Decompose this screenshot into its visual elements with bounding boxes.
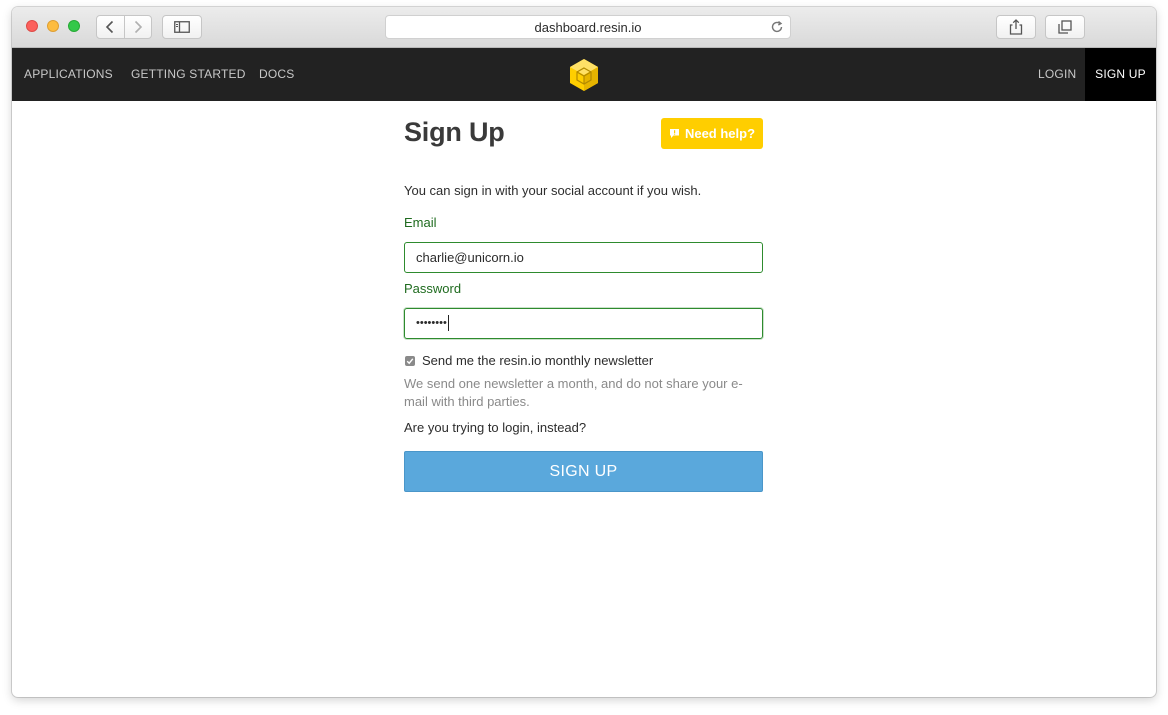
resin-logo-icon[interactable] xyxy=(568,58,600,97)
address-bar[interactable]: dashboard.resin.io xyxy=(385,15,791,39)
password-value: •••••••• xyxy=(416,317,447,329)
browser-titlebar: dashboard.resin.io xyxy=(12,7,1156,48)
share-icon xyxy=(1009,19,1023,35)
nav-getting-started[interactable]: GETTING STARTED xyxy=(131,48,246,101)
reload-button[interactable] xyxy=(770,20,784,37)
email-field[interactable]: charlie@unicorn.io xyxy=(404,242,763,273)
history-nav-group xyxy=(96,15,152,39)
nav-applications[interactable]: APPLICATIONS xyxy=(24,48,113,101)
nav-login[interactable]: LOGIN xyxy=(1038,48,1076,101)
signup-submit-button[interactable]: SIGN UP xyxy=(404,451,763,492)
minimize-window-button[interactable] xyxy=(47,20,59,32)
need-help-label: Need help? xyxy=(684,126,756,141)
social-intro-text: You can sign in with your social account… xyxy=(404,183,702,198)
nav-signup[interactable]: SIGN UP xyxy=(1085,48,1156,101)
login-instead-link[interactable]: Are you trying to login, instead? xyxy=(404,420,586,435)
password-label: Password xyxy=(404,281,462,296)
newsletter-note: We send one newsletter a month, and do n… xyxy=(404,376,743,409)
password-field[interactable]: •••••••• xyxy=(404,308,763,339)
speech-bubble-icon xyxy=(669,129,679,138)
email-label: Email xyxy=(404,215,437,230)
reload-icon xyxy=(771,20,783,33)
close-window-button[interactable] xyxy=(26,20,38,32)
forward-button[interactable] xyxy=(125,16,152,38)
newsletter-label[interactable]: Send me the resin.io monthly newsletter xyxy=(422,353,653,368)
text-caret xyxy=(447,315,449,332)
sidebar-toggle-button[interactable] xyxy=(162,15,202,39)
email-value: charlie@unicorn.io xyxy=(416,250,524,265)
address-url: dashboard.resin.io xyxy=(534,19,642,35)
back-button[interactable] xyxy=(97,16,124,38)
chevron-right-icon xyxy=(134,20,142,34)
top-navigation: APPLICATIONS GETTING STARTED DOCS LOGIN … xyxy=(12,48,1156,101)
zoom-window-button[interactable] xyxy=(68,20,80,32)
newsletter-checkbox[interactable] xyxy=(405,356,415,366)
chevron-left-icon xyxy=(106,20,114,34)
page-title: Sign Up xyxy=(404,117,505,147)
checkmark-icon xyxy=(406,358,414,365)
tabs-icon xyxy=(1058,20,1072,34)
show-tabs-button[interactable] xyxy=(1045,15,1085,39)
share-button[interactable] xyxy=(996,15,1036,39)
nav-docs[interactable]: DOCS xyxy=(259,48,294,101)
sidebar-icon xyxy=(174,21,190,33)
need-help-button[interactable]: Need help? xyxy=(661,118,763,149)
browser-window: dashboard.resin.io APPLICATIONS GETTING … xyxy=(12,7,1156,697)
